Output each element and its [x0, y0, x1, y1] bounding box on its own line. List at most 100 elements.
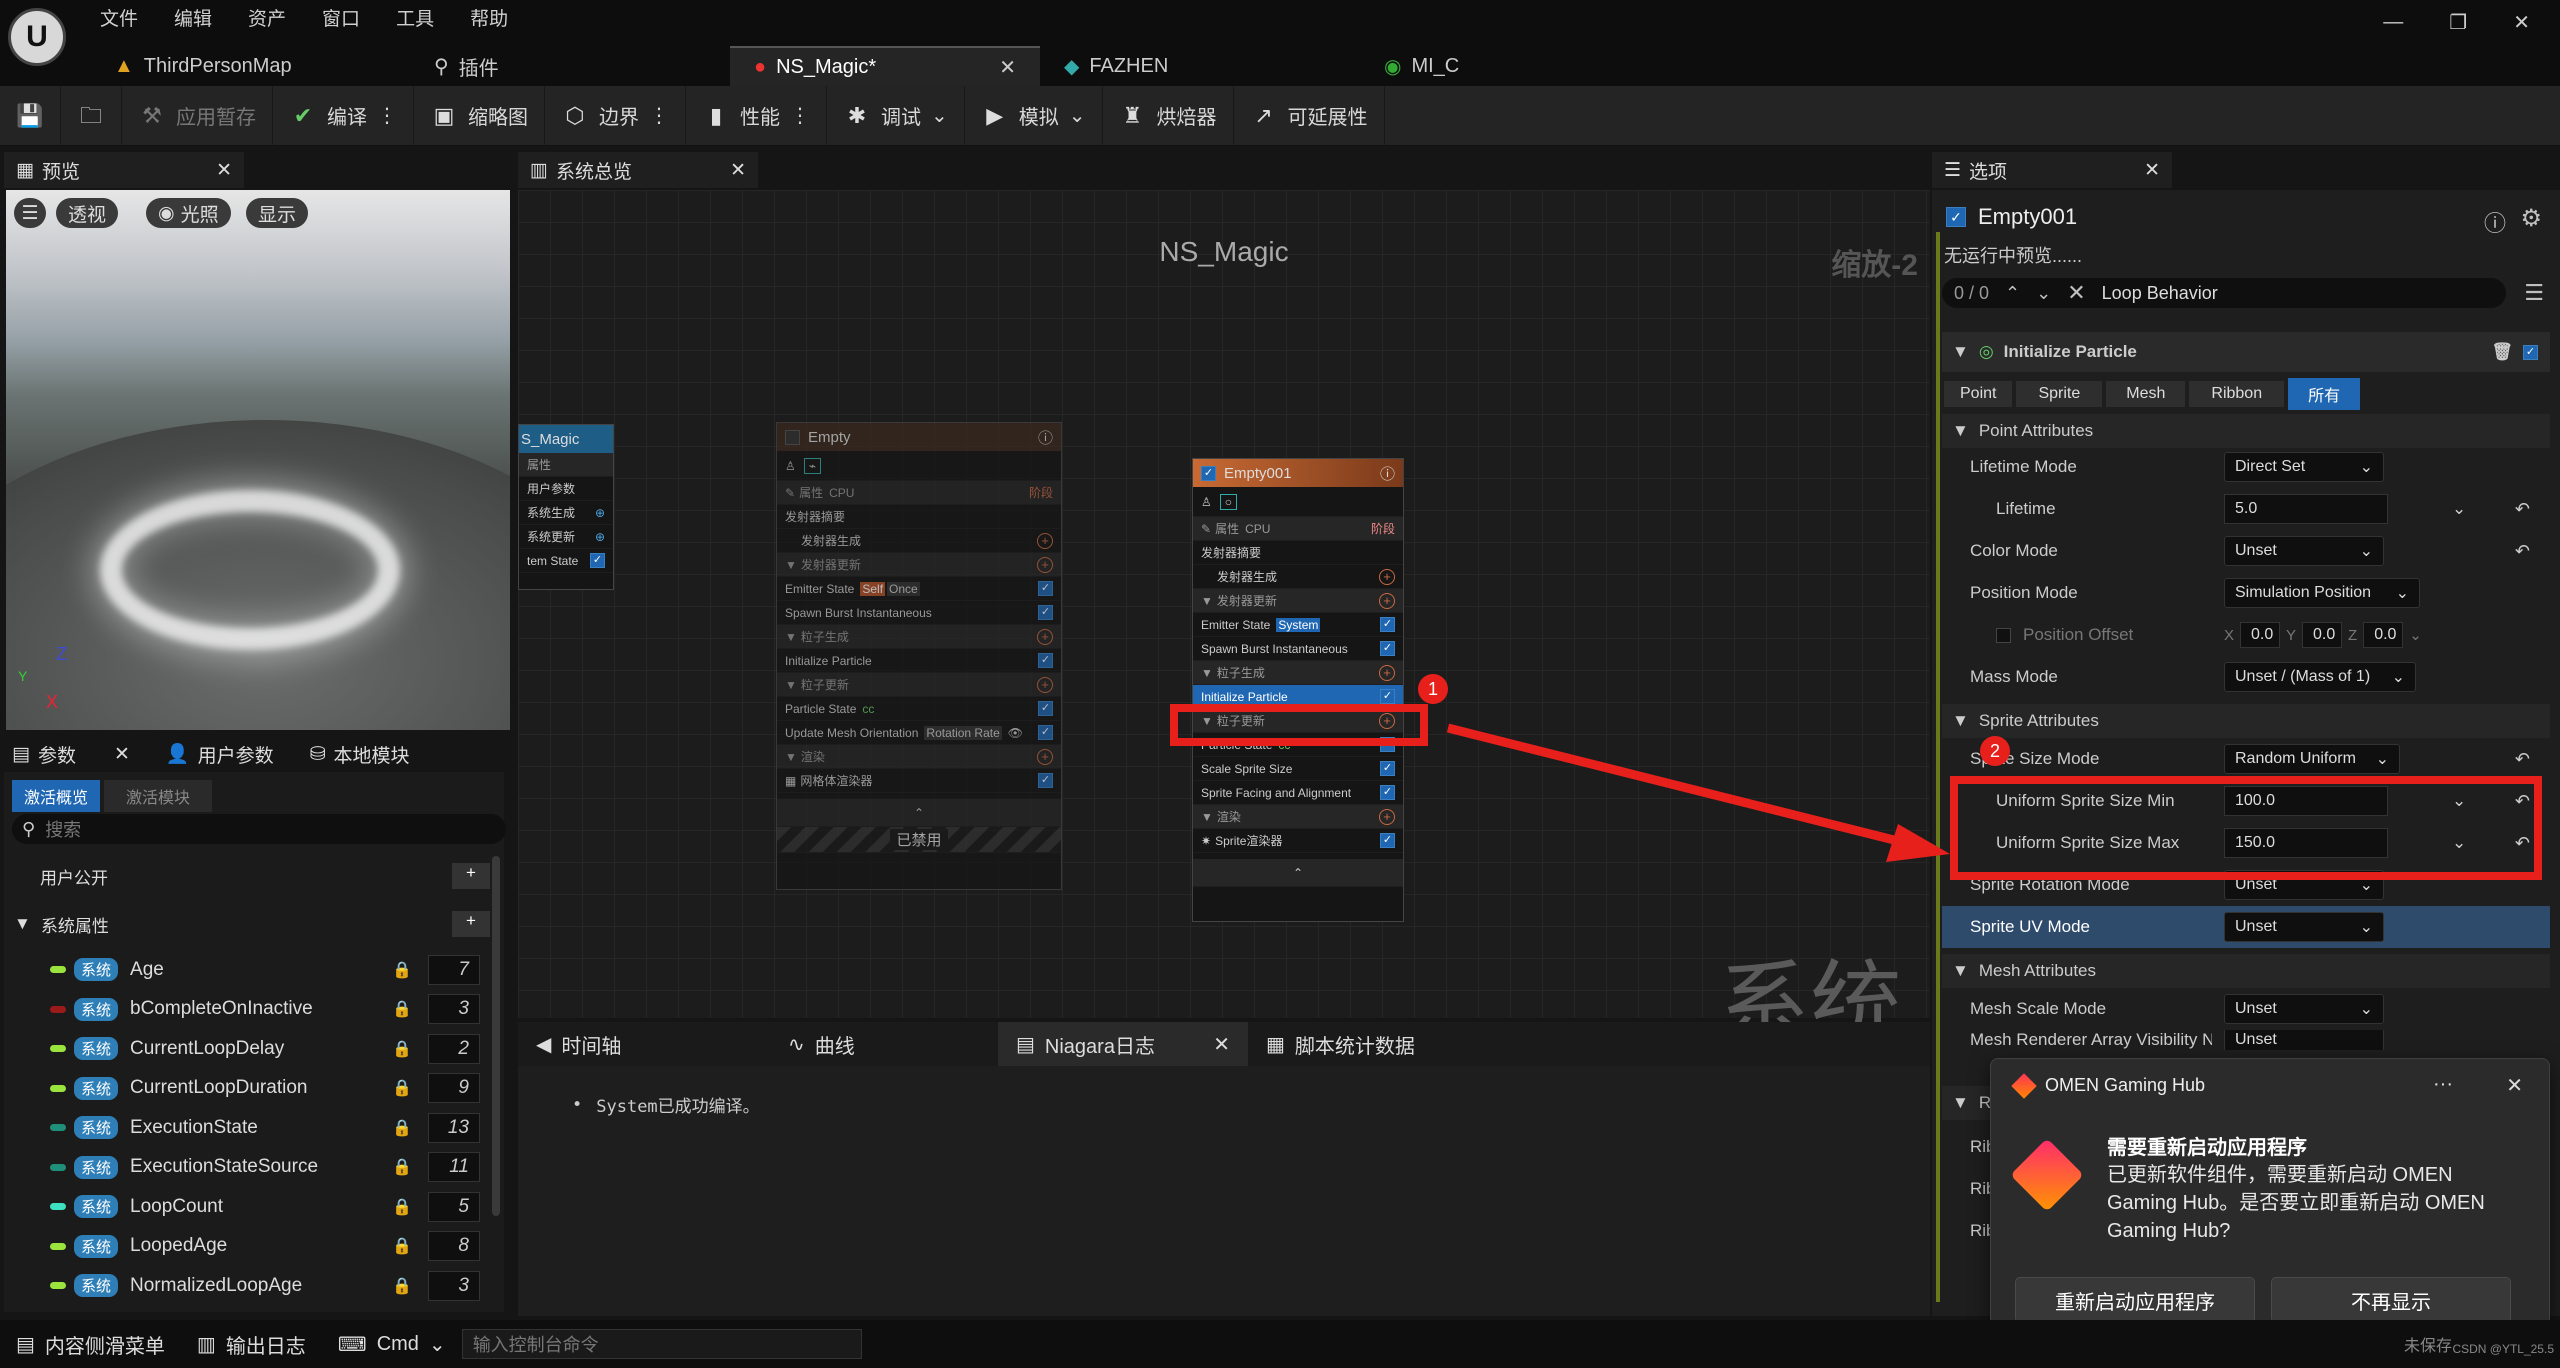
- chevron-down-icon[interactable]: ⌄: [2409, 626, 2422, 644]
- simulate-button[interactable]: ▶ 模拟 ⌄: [965, 85, 1103, 146]
- filter-icon[interactable]: ☰: [2524, 280, 2544, 306]
- more-icon[interactable]: ⋮: [649, 103, 669, 128]
- param-row[interactable]: 系统 CurrentLoopDuration 🔒 9: [4, 1069, 504, 1108]
- show-button[interactable]: 显示: [246, 198, 309, 228]
- debug-button[interactable]: ✱ 调试 ⌄: [827, 85, 965, 146]
- filter-ribbon[interactable]: Ribbon: [2189, 381, 2285, 407]
- params-search[interactable]: ⚲ 搜索: [12, 814, 506, 844]
- emitter-enable-checkbox[interactable]: ✓: [1946, 207, 1966, 227]
- param-row[interactable]: 系统 ExecutionState 🔒 13: [4, 1108, 504, 1147]
- param-row[interactable]: 系统 bCompleteOnInactive 🔒 3: [4, 990, 504, 1029]
- emitter-node-empty[interactable]: Empty ⓘ ♙ ⌁ ✎ 属性 CPU 阶段 发射器摘要 发射器生成 + ▼ 发射器更新 +…: [776, 422, 1062, 890]
- add-icon[interactable]: +: [1379, 568, 1395, 585]
- enable-checkbox[interactable]: ✓: [1038, 581, 1053, 596]
- more-icon[interactable]: ⋮: [377, 103, 397, 128]
- tab-user-params[interactable]: 👤 用户参数: [166, 741, 274, 768]
- tab-thirdpersonmap[interactable]: ▲ ThirdPersonMap: [90, 46, 410, 86]
- mesh-visibility-dropdown[interactable]: Unset: [2224, 1030, 2384, 1050]
- add-icon[interactable]: +: [1379, 808, 1395, 825]
- scalability-button[interactable]: ↗ 可延展性: [1234, 85, 1385, 146]
- close-icon[interactable]: ✕: [2144, 159, 2160, 182]
- details-tab[interactable]: ☰ 选项 ✕: [1932, 152, 2172, 188]
- add-user-param-button[interactable]: +: [452, 863, 490, 889]
- add-icon[interactable]: ⊕: [595, 506, 605, 520]
- bounds-button[interactable]: ⬡ 边界 ⋮: [545, 85, 686, 146]
- mesh-attributes-header[interactable]: ▼ Mesh Attributes: [1942, 954, 2550, 988]
- filter-mesh[interactable]: Mesh: [2106, 381, 2186, 407]
- tab-curves[interactable]: ∿ 曲线: [748, 1022, 998, 1066]
- filter-point[interactable]: Point: [1944, 381, 2013, 407]
- close-icon[interactable]: ✕: [1213, 1032, 1230, 1057]
- search-input[interactable]: 搜索: [45, 816, 81, 842]
- gear-icon[interactable]: ⚙: [2520, 204, 2542, 233]
- mass-mode-dropdown[interactable]: Unset / (Mass of 1) ⌄: [2224, 662, 2416, 692]
- add-icon[interactable]: +: [1037, 556, 1053, 573]
- tab-params[interactable]: ▤ 参数 ✕: [12, 741, 130, 768]
- node-row[interactable]: 系统生成 ⊕: [519, 501, 613, 525]
- menu-tools[interactable]: 工具: [396, 4, 434, 31]
- content-drawer-button[interactable]: ▤ 内容侧滑菜单: [0, 1320, 181, 1368]
- param-row[interactable]: 系统 ExecutionStateSource 🔒 11: [4, 1148, 504, 1187]
- perspective-button[interactable]: 透视: [56, 198, 119, 228]
- menu-help[interactable]: 帮助: [470, 4, 508, 31]
- enable-checkbox[interactable]: ✓: [1380, 833, 1395, 848]
- node-row[interactable]: ▦ 网格体渲染器 ✓: [777, 769, 1061, 793]
- stage-label[interactable]: 阶段: [1029, 484, 1053, 501]
- reset-icon[interactable]: ↶: [2515, 749, 2530, 770]
- enable-checkbox[interactable]: [785, 429, 800, 445]
- enable-checkbox[interactable]: ✓: [590, 553, 605, 568]
- thumbnail-button[interactable]: ▣ 缩略图: [414, 85, 545, 146]
- tab-script-stats[interactable]: ▦ 脚本统计数据: [1248, 1022, 1508, 1066]
- reset-icon[interactable]: ↶: [2515, 541, 2530, 562]
- browse-button[interactable]: 🗀: [61, 85, 122, 146]
- menu-file[interactable]: 文件: [100, 4, 138, 31]
- mesh-scale-mode-dropdown[interactable]: Unset ⌄: [2224, 994, 2384, 1024]
- node-row[interactable]: Spawn Burst Instantaneous ✓: [777, 601, 1061, 625]
- reset-icon[interactable]: ↶: [2515, 499, 2530, 520]
- lifetime-input[interactable]: 5.0: [2224, 494, 2388, 524]
- add-icon[interactable]: +: [1379, 592, 1395, 609]
- position-mode-dropdown[interactable]: Simulation Position ⌄: [2224, 578, 2420, 608]
- tab-mi-c[interactable]: ◉ MI_C: [1360, 46, 1660, 86]
- delete-icon[interactable]: 🗑: [2491, 342, 2513, 362]
- offset-x-input[interactable]: 0.0: [2240, 622, 2281, 648]
- console-input[interactable]: 输入控制台命令: [461, 1329, 862, 1359]
- collapse-node-icon[interactable]: ⌃: [777, 799, 1061, 827]
- dont-show-again-button[interactable]: 不再显示: [2271, 1277, 2511, 1323]
- close-tab-icon[interactable]: ✕: [999, 55, 1016, 80]
- baker-button[interactable]: ♜ 烘焙器: [1103, 85, 1234, 146]
- prev-result-icon[interactable]: ⌃: [2005, 283, 2020, 304]
- close-icon[interactable]: ✕: [216, 159, 232, 182]
- user-exposed-header[interactable]: 用户公开 +: [4, 854, 504, 898]
- maximize-icon[interactable]: ❐: [2449, 10, 2467, 35]
- node-row[interactable]: Initialize Particle ✓: [777, 649, 1061, 673]
- node-row[interactable]: Spawn Burst Instantaneous ✓: [1193, 637, 1403, 661]
- details-search[interactable]: 0 / 0 ⌃ ⌄ ✕ Loop Behavior: [1942, 278, 2506, 308]
- enable-checkbox[interactable]: ✓: [1380, 617, 1395, 632]
- node-row[interactable]: Particle State cc ✓: [777, 697, 1061, 721]
- node-row[interactable]: ✷ Sprite渲染器 ✓: [1193, 829, 1403, 853]
- sprite-size-mode-dropdown[interactable]: Random Uniform ⌄: [2224, 744, 2400, 774]
- apply-pending-button[interactable]: ⚒ 应用暂存: [122, 85, 273, 146]
- subtab-active-overview[interactable]: 激活概览: [12, 780, 101, 812]
- param-row[interactable]: 系统 LoopedAge 🔒 8: [4, 1227, 504, 1266]
- enable-checkbox[interactable]: ✓: [1380, 641, 1395, 656]
- position-offset-checkbox[interactable]: [1996, 627, 2011, 643]
- tab-ns-magic[interactable]: ● NS_Magic* ✕: [730, 46, 1040, 86]
- emitter-node-empty001[interactable]: ✓ Empty001 ⓘ ♙ ○ ✎ 属性 CPU 阶段 发射器摘要 发射器生成 + ▼ 发射…: [1192, 458, 1404, 922]
- add-icon[interactable]: +: [1037, 628, 1053, 645]
- param-row[interactable]: 系统 NormalizedLoopAge 🔒 3: [4, 1266, 504, 1305]
- add-system-param-button[interactable]: +: [452, 911, 490, 937]
- restart-app-button[interactable]: 重新启动应用程序: [2015, 1277, 2255, 1323]
- chevron-down-icon[interactable]: ⌄: [2452, 499, 2466, 519]
- search-input[interactable]: Loop Behavior: [2102, 283, 2218, 304]
- more-icon[interactable]: ⋮: [790, 103, 810, 128]
- add-icon[interactable]: +: [1037, 532, 1053, 549]
- filter-all[interactable]: 所有: [2288, 378, 2361, 410]
- close-icon[interactable]: ✕: [2506, 1073, 2523, 1098]
- enable-checkbox[interactable]: ✓: [1038, 701, 1053, 716]
- module-enable-checkbox[interactable]: ✓: [2523, 344, 2538, 360]
- enable-checkbox[interactable]: ✓: [1380, 761, 1395, 776]
- system-overview-graph[interactable]: NS_Magic 缩放-2 系统 S_Magic 属性 用户参数 系统生成 ⊕ 系…: [518, 190, 1930, 1056]
- system-props-header[interactable]: ▼ 系统属性 +: [4, 902, 504, 946]
